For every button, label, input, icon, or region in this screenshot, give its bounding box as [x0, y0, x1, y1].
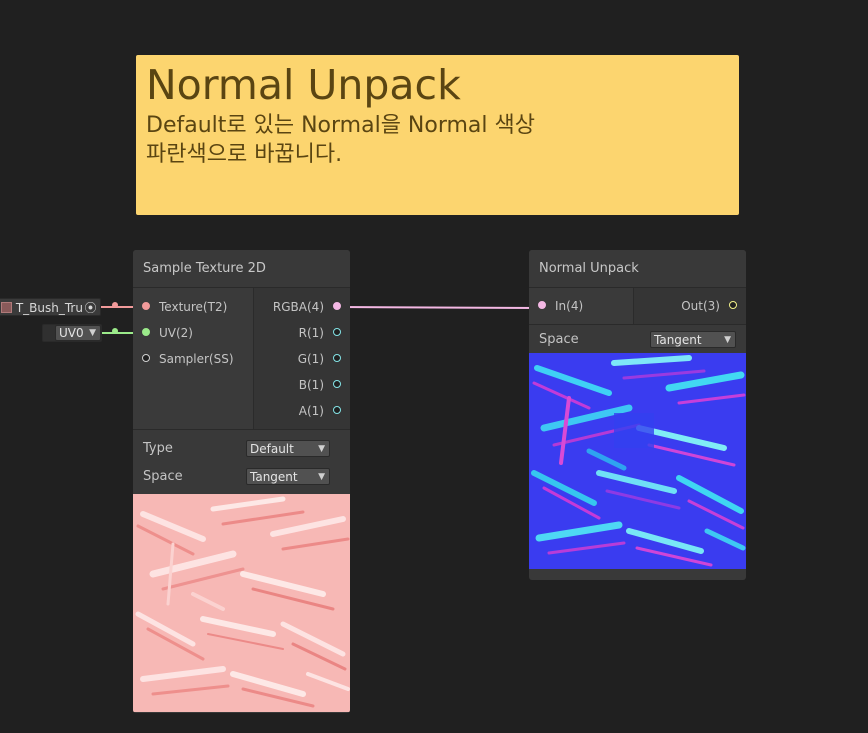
in-input-port[interactable]: In(4): [529, 293, 633, 319]
setting-label: Space: [143, 468, 183, 484]
uv-input-port[interactable]: UV(2): [133, 320, 253, 346]
port-connector[interactable]: [333, 302, 341, 310]
port-label: RGBA(4): [272, 300, 324, 314]
port-connector[interactable]: [142, 328, 150, 336]
texture-asset-field[interactable]: T_Bush_Trun ⦿: [0, 298, 101, 316]
target-icon[interactable]: ⦿: [83, 299, 98, 315]
port-label: In(4): [555, 299, 584, 313]
port-label: B(1): [298, 378, 324, 392]
port-connector[interactable]: [538, 301, 546, 309]
sticky-note-body[interactable]: Default로 있는 Normal을 Normal 색상 파란색으로 바꿉니다…: [146, 111, 729, 169]
node-settings: Type Default ▼ Space Tangent ▼: [133, 430, 350, 494]
port-connector[interactable]: [142, 354, 150, 362]
rgba-to-in-wire[interactable]: [337, 306, 542, 309]
pink-normal-map-preview: [133, 494, 350, 712]
uv-port-dot[interactable]: [112, 328, 118, 334]
chevron-down-icon: ▼: [318, 443, 325, 454]
chevron-down-icon: ▼: [318, 471, 325, 482]
port-connector[interactable]: [142, 302, 150, 310]
port-connector[interactable]: [729, 301, 737, 309]
sticky-note[interactable]: Normal Unpack Default로 있는 Normal을 Normal…: [136, 55, 739, 215]
node-title[interactable]: Sample Texture 2D: [133, 250, 350, 288]
dropdown-value: Default: [250, 441, 294, 456]
rgba-output-port[interactable]: RGBA(4): [254, 294, 350, 320]
texture-asset-name: T_Bush_Trun: [15, 301, 91, 315]
port-label: UV(2): [159, 326, 193, 340]
port-label: Out(3): [681, 299, 720, 313]
sampler-input-port[interactable]: Sampler(SS): [133, 346, 253, 372]
setting-label: Space: [539, 331, 579, 347]
sample-texture-2d-node[interactable]: Sample Texture 2D Texture(T2) UV(2) Samp…: [133, 250, 350, 713]
port-connector[interactable]: [333, 328, 341, 336]
port-label: Sampler(SS): [159, 352, 234, 366]
out-output-port[interactable]: Out(3): [634, 293, 746, 319]
chevron-down-icon: ▼: [89, 328, 96, 338]
port-connector[interactable]: [333, 406, 341, 414]
uv-channel-value: UV0: [59, 326, 84, 340]
port-label: A(1): [298, 404, 324, 418]
setting-label: Type: [143, 440, 173, 456]
space-setting: Space Tangent ▼: [133, 462, 350, 490]
b-output-port[interactable]: B(1): [254, 372, 350, 398]
uv-channel-dropdown[interactable]: UV0 ▼: [55, 325, 101, 341]
normal-preview: [529, 353, 746, 569]
chevron-down-icon: ▼: [724, 334, 731, 345]
node-settings: Space Tangent ▼: [529, 325, 746, 353]
texture-port-dot[interactable]: [112, 302, 118, 308]
space-dropdown[interactable]: Tangent ▼: [246, 467, 330, 485]
normal-unpack-node[interactable]: Normal Unpack In(4) Out(3) Space Tangent…: [529, 250, 746, 580]
port-label: Texture(T2): [159, 300, 228, 314]
blue-normal-map-preview: [529, 353, 746, 569]
sticky-note-title[interactable]: Normal Unpack: [146, 61, 729, 109]
dropdown-value: Tangent: [250, 469, 298, 484]
a-output-port[interactable]: A(1): [254, 398, 350, 424]
r-output-port[interactable]: R(1): [254, 320, 350, 346]
space-dropdown[interactable]: Tangent ▼: [650, 330, 736, 348]
g-output-port[interactable]: G(1): [254, 346, 350, 372]
dropdown-value: Tangent: [654, 332, 702, 347]
texture-swatch-icon: [1, 302, 12, 313]
uv-channel-field[interactable]: UV0 ▼: [42, 324, 102, 342]
type-dropdown[interactable]: Default ▼: [246, 439, 330, 457]
node-title[interactable]: Normal Unpack: [529, 250, 746, 288]
port-connector[interactable]: [333, 354, 341, 362]
port-connector[interactable]: [333, 380, 341, 388]
space-setting: Space Tangent ▼: [529, 325, 746, 353]
type-setting: Type Default ▼: [133, 434, 350, 462]
port-label: G(1): [297, 352, 324, 366]
port-label: R(1): [298, 326, 324, 340]
texture-input-port[interactable]: Texture(T2): [133, 294, 253, 320]
texture-preview: [133, 494, 350, 712]
